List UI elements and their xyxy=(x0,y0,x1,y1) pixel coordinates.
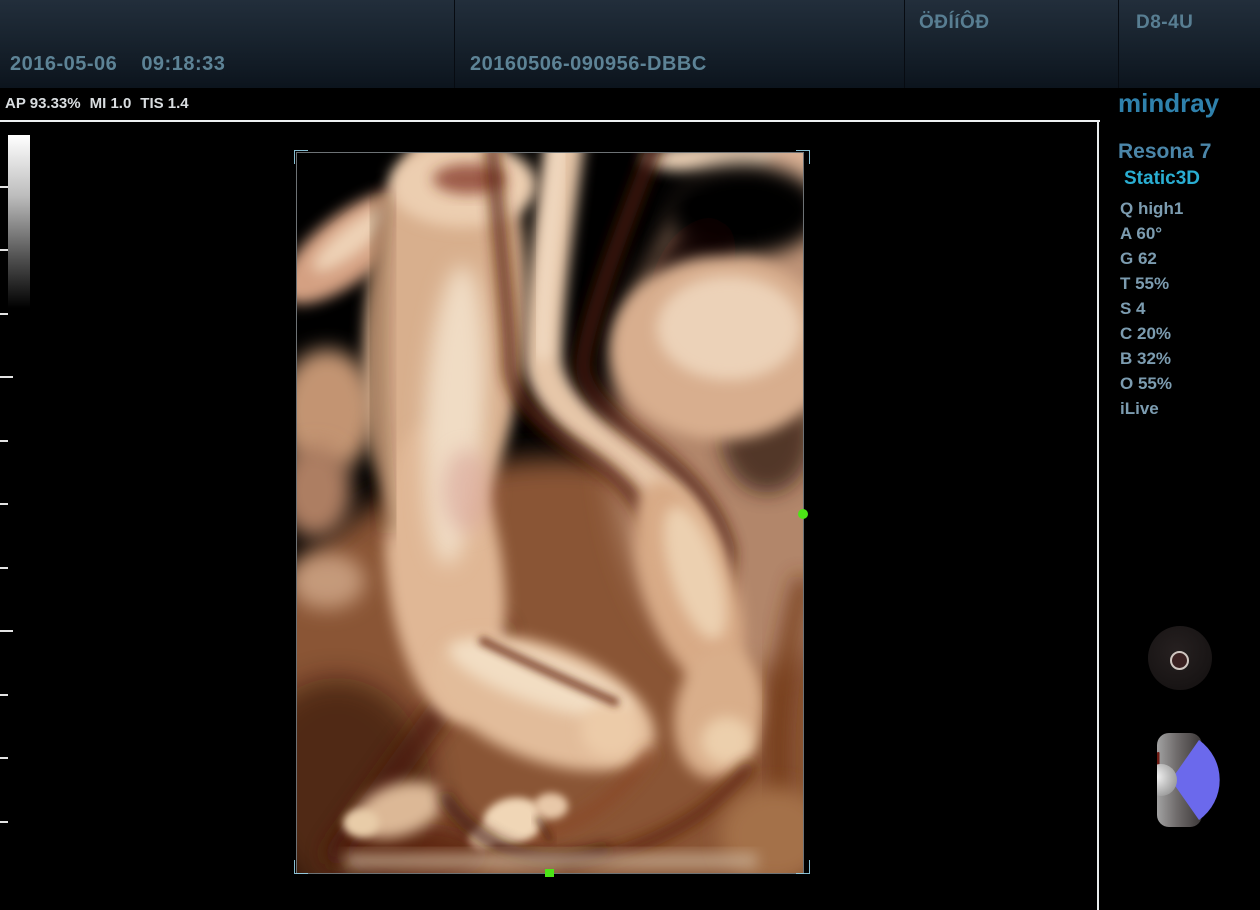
image-display-area xyxy=(0,120,1100,910)
trackball-dot-icon xyxy=(1170,651,1189,670)
patient-info-bar: 2016-05-0609:18:33 20160506-090956-DBBC … xyxy=(0,0,1260,88)
fetal-3d-render xyxy=(297,153,803,873)
datetime-cell: 2016-05-06 09:18:33 xyxy=(0,0,455,88)
voi-corner-bracket xyxy=(796,150,810,164)
image-parameter-list: Q high1 A 60° G 62 T 55% S 4 C 20% B 32%… xyxy=(1120,196,1183,421)
param-opacity: O 55% xyxy=(1120,371,1183,396)
voi-handle-right[interactable] xyxy=(798,509,808,519)
display-right-border xyxy=(1097,120,1099,910)
depth-ruler-tick xyxy=(0,821,8,823)
depth-ruler-tick xyxy=(0,440,8,442)
acoustic-status-bar: AP 93.33% MI 1.0 TIS 1.4 mindray xyxy=(0,88,1260,120)
exam-type-cell: ÖÐÍíÔÐ xyxy=(905,0,1119,88)
depth-ruler-tick xyxy=(0,757,8,759)
param-smooth: S 4 xyxy=(1120,296,1183,321)
exam-id-cell: 20160506-090956-DBBC xyxy=(455,0,905,88)
depth-ruler-tick xyxy=(0,694,8,696)
tis-value: TIS 1.4 xyxy=(140,95,188,112)
depth-ruler-tick xyxy=(0,313,8,315)
depth-ruler-tick xyxy=(0,567,8,569)
param-quality: Q high1 xyxy=(1120,196,1183,221)
probe-orientation-icon xyxy=(1155,730,1225,830)
param-ilive: iLive xyxy=(1120,396,1183,421)
param-contrast: C 20% xyxy=(1120,321,1183,346)
depth-ruler-tick xyxy=(0,630,13,632)
probe-label: D8-4U xyxy=(1119,12,1260,34)
probe-cell: D8-4U xyxy=(1119,0,1260,88)
depth-ruler-tick xyxy=(0,503,8,505)
display-top-border xyxy=(0,120,1100,122)
param-angle: A 60° xyxy=(1120,221,1183,246)
system-model-label: Resona 7 xyxy=(1118,140,1211,164)
param-gain: G 62 xyxy=(1120,246,1183,271)
param-threshold: T 55% xyxy=(1120,271,1183,296)
exam-id: 20160506-090956-DBBC xyxy=(455,53,904,76)
voi-corner-bracket xyxy=(294,860,308,874)
volume-render-region[interactable] xyxy=(296,152,804,874)
exam-type-label: ÖÐÍíÔÐ xyxy=(905,12,1118,34)
exam-date: 2016-05-06 xyxy=(10,53,117,75)
grayscale-map-bar xyxy=(8,135,30,308)
depth-ruler-tick xyxy=(0,376,13,378)
voi-handle-bottom[interactable] xyxy=(545,869,554,877)
trackball-indicator xyxy=(1148,626,1212,690)
depth-ruler-tick xyxy=(0,249,8,251)
ultrasound-screen: 2016-05-0609:18:33 20160506-090956-DBBC … xyxy=(0,0,1260,910)
exam-time: 09:18:33 xyxy=(141,53,225,75)
depth-ruler-tick xyxy=(0,186,8,188)
mindray-logo: mindray xyxy=(1118,88,1219,119)
acoustic-power-value: AP 93.33% xyxy=(5,95,81,112)
voi-corner-bracket xyxy=(796,860,810,874)
parameter-sidebar: Resona 7 Static3D Q high1 A 60° G 62 T 5… xyxy=(1100,120,1260,910)
mi-value: MI 1.0 xyxy=(90,95,132,112)
acoustic-output-readout: AP 93.33% MI 1.0 TIS 1.4 xyxy=(5,95,198,112)
param-brightness: B 32% xyxy=(1120,346,1183,371)
voi-corner-bracket xyxy=(294,150,308,164)
imaging-mode-label: Static3D xyxy=(1124,168,1200,190)
